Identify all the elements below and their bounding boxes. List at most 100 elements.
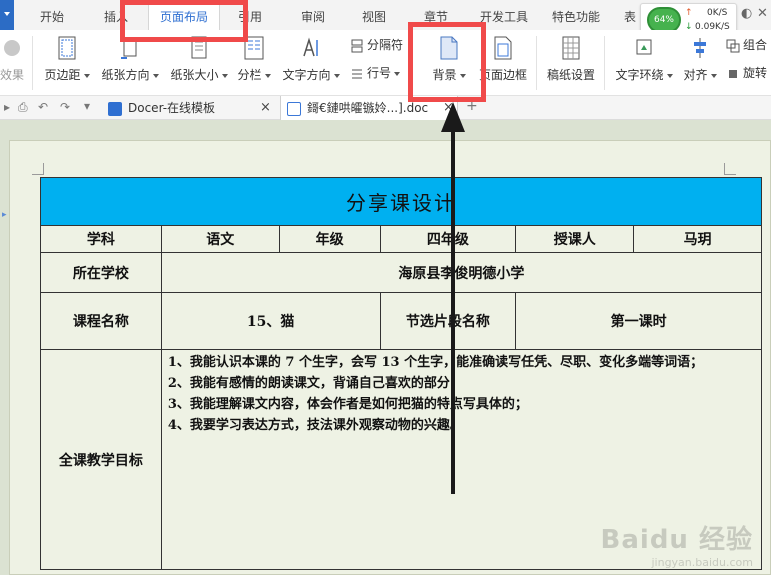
chevron-down-icon <box>333 73 340 78</box>
highlight-background-button <box>408 22 486 102</box>
rotate-icon <box>729 69 737 78</box>
watermark-url: jingyan.baidu.com <box>651 556 753 569</box>
group-button[interactable]: 组合 <box>726 36 767 56</box>
grid-paper-button[interactable]: 稿纸设置 <box>542 30 600 96</box>
margins-button[interactable]: 页边距 <box>42 30 92 96</box>
subject-label: 学科 <box>40 225 162 253</box>
doc-tab-docer[interactable]: Docer-在线模板 × <box>104 96 276 120</box>
wrap-text-button[interactable]: 文字环绕 <box>612 30 676 96</box>
section-label: 节选片段名称 <box>379 292 517 350</box>
highlight-page-layout-tab <box>120 0 248 42</box>
grid-paper-label: 稿纸设置 <box>546 68 595 82</box>
line-numbers-button[interactable]: 行号 <box>350 64 401 84</box>
ribbon-divider <box>536 36 537 90</box>
course-label: 课程名称 <box>40 292 162 350</box>
upload-speed: 0K/S <box>707 8 728 18</box>
grade-value: 四年级 <box>379 225 517 253</box>
lesson-plan-table: 分享课设计 学科 语文 年级 四年级 授课人 马玥 所在学校 海原县李俊明德小学… <box>40 177 763 570</box>
align-button[interactable]: 对齐 <box>680 30 720 96</box>
tab-home[interactable]: 开始 <box>40 0 64 30</box>
group-label: 组合 <box>743 38 768 52</box>
customize-dropdown-icon[interactable]: ▾ <box>84 99 90 113</box>
rotate-button[interactable]: 旋转 <box>726 64 767 84</box>
page-border-icon <box>494 36 512 60</box>
school-label: 所在学校 <box>40 252 162 293</box>
undo-icon[interactable]: ↶ <box>38 100 48 114</box>
document-tab-bar: ▸ ⎙ ↶ ↷ ▾ Docer-在线模板 × 鎶€鏈哄皬镞姈...].doc ×… <box>0 96 771 120</box>
breaks-button[interactable]: 分隔符 <box>350 36 403 56</box>
doc-tab-title: Docer-在线模板 <box>128 101 216 115</box>
redo-icon[interactable]: ↷ <box>60 100 70 114</box>
orientation-label: 纸张方向 <box>101 68 150 82</box>
chevron-down-icon <box>666 73 673 78</box>
section-value: 第一课时 <box>515 292 762 350</box>
tab-view[interactable]: 视图 <box>362 0 386 30</box>
tab-developer[interactable]: 开发工具 <box>480 0 528 30</box>
lesson-title: 分享课设计 <box>40 177 762 226</box>
ribbon-divider <box>32 36 33 90</box>
goal-item: 2、我能有感情的朗读课文，背诵自己喜欢的部分； <box>167 376 463 391</box>
chevron-down-icon <box>264 73 271 78</box>
ribbon-tab-bar: 开始 插入 页面布局 引用 审阅 视图 章节 开发工具 特色功能 表 64% ↑… <box>0 0 771 36</box>
wps-writer-window: 开始 插入 页面布局 引用 审阅 视图 章节 开发工具 特色功能 表 64% ↑… <box>0 0 771 575</box>
course-value: 15、猫 <box>160 292 381 350</box>
ribbon-page-layout: 效果 页边距 纸张方向 纸张大小 分栏 文字方向 分隔符 行号 背景 页面边框 … <box>0 30 771 96</box>
chevron-down-icon <box>221 73 228 78</box>
docer-icon <box>108 101 122 116</box>
line-numbers-icon <box>352 69 362 78</box>
goal-item: 4、我要学习表达方式，技法课外观察动物的兴趣。 <box>167 418 463 433</box>
baidu-watermark: Baidu 经验 jingyan.baidu.com <box>601 519 753 569</box>
grid-paper-icon <box>562 36 580 60</box>
print-icon[interactable]: ⎙ <box>18 100 28 115</box>
group-icon <box>726 39 740 52</box>
shield-icon[interactable]: ◐ <box>741 6 752 24</box>
page-break-icon <box>351 39 363 52</box>
text-direction-label: 文字方向 <box>282 68 331 82</box>
annotation-arrow-shaft <box>451 110 455 494</box>
close-tab-icon[interactable]: × <box>260 96 271 120</box>
goal-item: 1、我能认识本课的 7 个生字，会写 13 个生字，能准确读写任凭、尽职、变化多… <box>167 355 704 370</box>
chevron-down-icon <box>394 71 401 76</box>
effects-icon <box>4 40 20 56</box>
watermark-brand: Baidu 经验 <box>600 525 753 555</box>
doc-tab-title: 鎶€鏈哄皬镞姈...].doc <box>307 101 429 115</box>
chevron-down-icon <box>4 12 10 16</box>
align-icon <box>694 38 706 58</box>
margin-corner-mark <box>724 163 736 175</box>
tab-review[interactable]: 审阅 <box>301 0 325 30</box>
margin-corner-mark <box>32 163 44 175</box>
school-value: 海原县李俊明德小学 <box>160 252 763 293</box>
chevron-down-icon <box>83 73 90 78</box>
wrap-text-label: 文字环绕 <box>615 68 664 82</box>
wrap-text-icon <box>636 39 652 55</box>
grade-label: 年级 <box>278 225 381 253</box>
chevron-down-icon <box>152 73 159 78</box>
document-workspace: ▸ 分享课设计 学科 语文 年级 四年级 授课人 马玥 所在学校 海原县李俊明德 <box>0 120 771 575</box>
paper-size-label: 纸张大小 <box>170 68 219 82</box>
teacher-value: 马玥 <box>633 225 762 253</box>
app-menu-button[interactable] <box>0 0 14 30</box>
word-doc-icon <box>287 101 301 116</box>
ribbon-divider <box>604 36 605 90</box>
line-numbers-label: 行号 <box>367 66 392 80</box>
quick-access-icon[interactable]: ▸ <box>4 100 10 114</box>
goal-item: 3、我能理解课文内容，体会作者是如何把猫的特点写具体的； <box>167 397 528 412</box>
goals-label: 全课教学目标 <box>40 349 162 570</box>
text-direction-button[interactable]: 文字方向 <box>280 30 342 96</box>
rotate-label: 旋转 <box>743 66 768 80</box>
columns-label: 分栏 <box>237 68 262 82</box>
tab-special-features[interactable]: 特色功能 <box>552 0 600 30</box>
ruler-marker-icon: ▸ <box>2 210 7 220</box>
upload-arrow-icon: ↑ <box>685 8 693 18</box>
effects-button[interactable]: 效果 <box>0 30 24 96</box>
close-icon[interactable]: ✕ <box>757 6 768 24</box>
chevron-down-icon <box>710 73 717 78</box>
margins-icon <box>58 36 76 60</box>
tab-table[interactable]: 表 <box>624 0 636 30</box>
subject-value: 语文 <box>160 225 280 253</box>
teacher-label: 授课人 <box>515 225 635 253</box>
effects-label: 效果 <box>0 68 25 82</box>
breaks-label: 分隔符 <box>367 38 404 52</box>
margins-label: 页边距 <box>44 68 81 82</box>
text-direction-icon <box>303 37 318 57</box>
